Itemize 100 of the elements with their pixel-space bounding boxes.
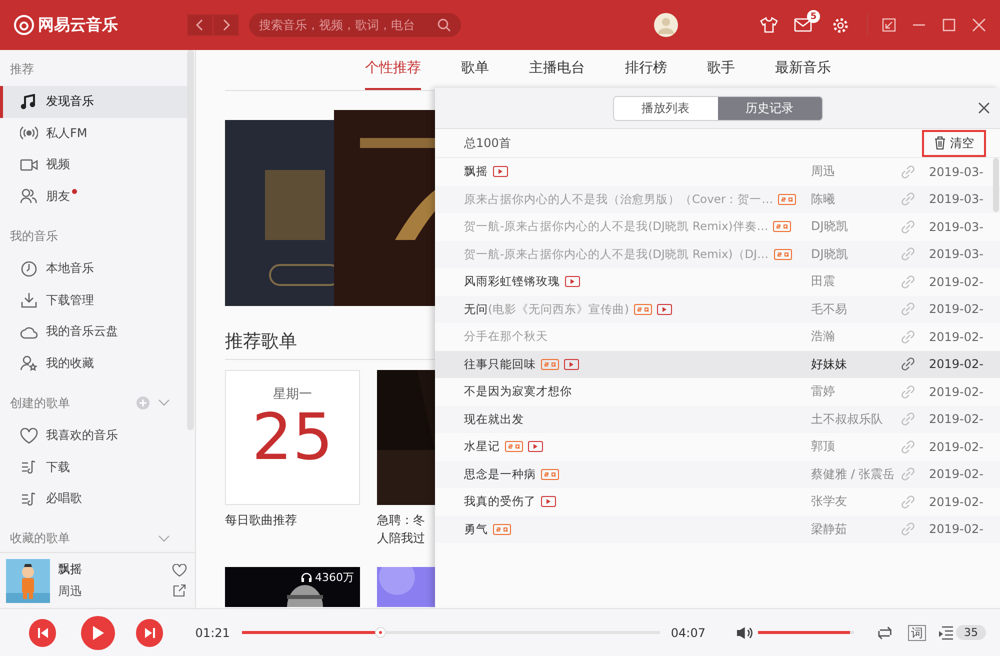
radio-icon [20,125,38,142]
previous-button[interactable] [29,618,56,646]
track-title: 水星记 [464,439,500,454]
tab[interactable]: 歌手 [707,50,735,90]
playlist-icon [20,459,38,476]
queue-count: 35 [956,625,986,640]
track-title: 我真的受伤了 [464,494,536,510]
logo-icon [14,15,34,35]
track-title: 贺一航-原来占据你内心的人不是我(DJ晓凯 Remix)伴奏… [464,219,768,234]
video-icon [20,156,38,173]
search-field[interactable]: 搜索音乐，视频，歌词，电台 [249,13,461,37]
played-date: 2019-02- [929,440,984,454]
section-title: 推荐 [10,60,35,78]
settings-icon[interactable] [832,16,849,34]
link-icon[interactable] [901,357,915,372]
mail-icon[interactable] [794,18,812,32]
tab[interactable]: 歌单 [461,50,489,90]
sidebar-item[interactable]: 我的音乐云盘 [0,316,187,348]
tab[interactable]: 个性推荐 [365,50,421,90]
track-title: 分手在那个秋天 [464,329,548,344]
played-date: 2019-02- [929,302,984,316]
next-button[interactable] [136,618,164,646]
sidebar-item[interactable]: 发现音乐 [0,86,187,118]
played-date: 2019-02- [929,412,984,426]
notification-badge: 5 [807,10,820,23]
tab[interactable]: 最新音乐 [775,50,831,90]
mini-mode-icon[interactable] [882,18,896,32]
track-title: 现在就出发 [464,412,524,427]
app-logo-text: 网易云音乐 [38,14,118,36]
heart-icon[interactable] [172,564,187,577]
avatar-icon[interactable] [654,13,678,37]
chevron-left-icon [196,19,204,31]
trash-icon [934,136,946,150]
section-title: 创建的歌单 [10,394,71,412]
playlist-caption[interactable]: 每日歌曲推荐 [225,511,360,529]
forward-button[interactable] [213,14,239,36]
loop-icon[interactable] [876,626,894,640]
sidebar-item[interactable]: 本地音乐 [0,253,187,284]
clear-button[interactable]: 清空 [922,130,986,156]
music-icon [20,94,38,110]
local-icon [20,260,38,277]
section-title: 收藏的歌单 [10,530,71,547]
play-icon [91,624,106,640]
playlist-icon [20,490,38,507]
tab[interactable]: 播放列表 [614,96,718,120]
playlist-button[interactable]: 35 [938,625,986,640]
sidebar-item[interactable]: 我的收藏 [0,348,187,379]
previous-icon [36,626,49,638]
search-icon[interactable] [437,18,451,32]
sidebar-item[interactable]: 下载 [0,452,187,483]
section-title: 我的音乐 [10,228,59,244]
sidebar-item[interactable]: 必唱歌 [0,483,187,514]
weekday-label: 星期一 [273,386,312,403]
track-title: 贺一航-原来占据你内心的人不是我(DJ晓凯 Remix)（DJ… [464,246,769,262]
track-title: 原来占据你内心的人不是我（治愈男版）（Cover：贺一… [464,192,774,207]
tab[interactable]: 排行榜 [625,50,667,90]
tab[interactable]: 历史记录 [718,96,822,120]
day-number: 25 [252,403,334,474]
scrollbar[interactable] [187,50,194,430]
maximize-icon[interactable] [942,18,956,32]
sidebar-item[interactable]: 下载管理 [0,284,187,316]
download-icon [20,292,38,308]
heart-icon [20,428,38,444]
share-icon[interactable] [173,584,186,597]
played-date: 2019-02- [929,522,984,536]
track-title: 飘摇 [464,164,488,180]
back-button[interactable] [187,14,213,36]
tab[interactable]: 主播电台 [529,50,585,90]
playlist-icon [938,626,954,640]
played-date: 2019-02- [929,494,984,509]
close-icon[interactable] [978,102,990,114]
artist-name[interactable]: 周迅 [58,583,164,600]
chevron-down-icon[interactable] [158,399,170,407]
song-title[interactable]: 飘摇 [58,561,164,578]
played-date: 2019-03- [929,164,984,179]
shirt-icon[interactable] [760,17,778,33]
sidebar-item[interactable]: 私人FM [0,118,187,149]
play-count: 4360万 [315,570,354,585]
track-count: 总100首 [464,134,512,152]
sidebar-item[interactable]: 朋友 [0,180,187,212]
scrollbar[interactable] [993,158,999,212]
played-date: 2019-02- [929,384,984,399]
sidebar-item[interactable]: 视频 [0,149,187,180]
played-date: 2019-03- [929,247,984,262]
track-title: 无问 [464,302,488,317]
played-date: 2019-02- [929,357,984,372]
sidebar-item[interactable]: 我喜欢的音乐 [0,420,187,452]
track-row[interactable]: 往事只能回味 好妹妹 2019-02- [435,350,1000,378]
lyrics-button[interactable]: 词 [908,624,926,640]
volume-icon[interactable] [736,626,754,640]
daily-card[interactable]: 星期一 25 [225,370,360,505]
played-date: 2019-03- [929,220,984,234]
play-button[interactable] [81,616,115,650]
friends-icon [20,188,38,204]
chevron-down-icon[interactable] [158,534,170,542]
track-title: 思念是一种病 [464,466,536,482]
played-date: 2019-02- [929,274,984,289]
track-title: 风雨彩虹铿锵玫瑰 [464,274,560,290]
track-title: 不是因为寂寞才想你 [464,384,572,400]
collection-icon [20,355,38,372]
